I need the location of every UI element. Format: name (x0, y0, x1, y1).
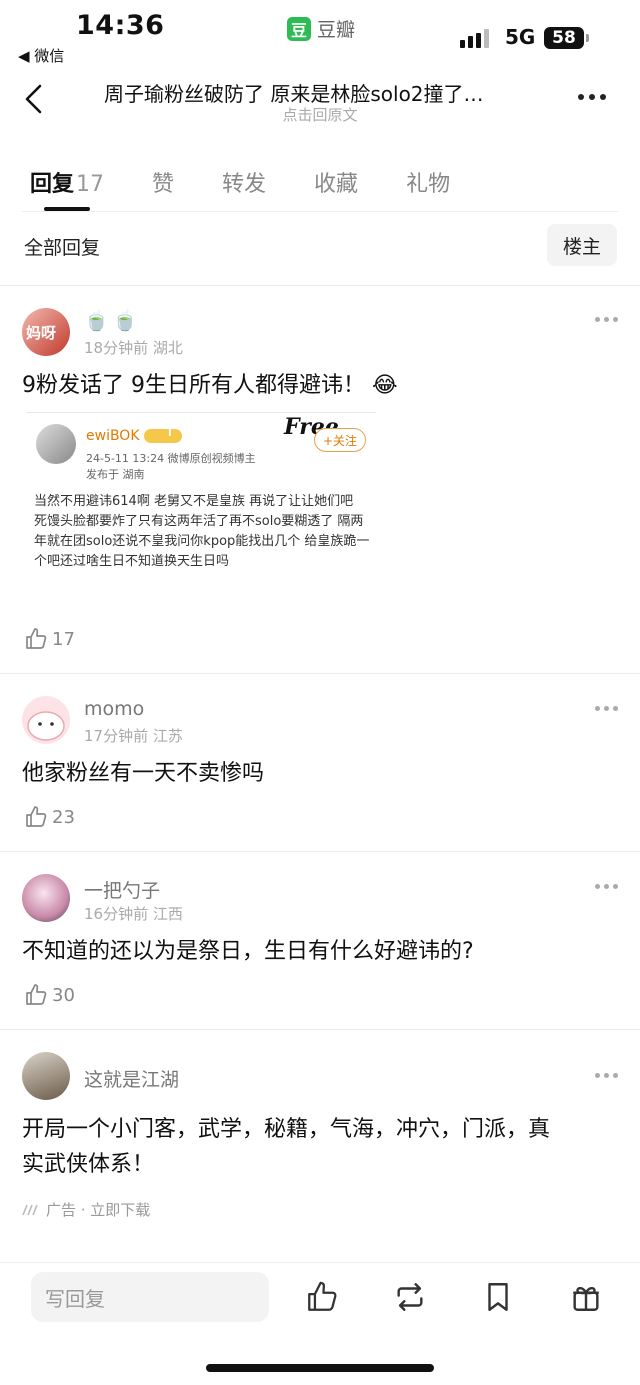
back-to-original-link[interactable]: 点击回原文 (0, 104, 640, 125)
username[interactable]: momo (84, 698, 144, 720)
home-indicator[interactable] (206, 1364, 434, 1372)
divider (0, 1029, 640, 1030)
vip-level: I (168, 428, 172, 439)
tab-reposts[interactable]: 转发 (222, 166, 266, 198)
tea-badge-icon: 🍵 (84, 308, 109, 332)
tea-badge-icon: 🍵 (112, 308, 138, 332)
comment-more-icon[interactable] (595, 884, 618, 889)
tab-replies[interactable]: 回复17 (30, 166, 104, 198)
divider (22, 211, 618, 212)
douban-logo-icon: 豆 (287, 16, 311, 41)
thumb-up-icon (26, 628, 47, 649)
comment-more-icon[interactable] (595, 706, 618, 711)
battery-icon: 58 (544, 27, 584, 49)
embed-username: ewiBOK (86, 428, 140, 444)
comment-meta: 18分钟前 湖北 (84, 339, 183, 357)
comment-meta: 17分钟前 江苏 (84, 727, 183, 745)
battery-tip (586, 34, 589, 42)
avatar[interactable]: 妈呀 (22, 308, 70, 356)
embed-date: 24-5-11 13:24 微博原创视频博主 (86, 452, 256, 465)
embed-text: 当然不用避讳614啊 老舅又不是皇族 再说了让让她们吧 死馒头脸都要炸了只有这两… (34, 494, 370, 569)
tab-likes[interactable]: 赞 (152, 166, 174, 198)
app-indicator: 豆 豆瓣 (287, 15, 355, 42)
thumb-up-icon (26, 984, 47, 1005)
tab-gifts[interactable]: 礼物 (406, 166, 450, 198)
embed-location: 发布于 湖南 (86, 468, 145, 481)
like-button[interactable]: 30 (24, 983, 75, 1007)
like-button[interactable]: 23 (24, 805, 75, 829)
divider (0, 285, 640, 286)
like-count: 23 (52, 806, 75, 828)
thumb-up-icon (26, 806, 47, 827)
comment-content: 不知道的还以为是祭日，生日有什么好避讳的? (22, 939, 474, 964)
back-to-wechat-link[interactable]: ◀ 微信 (18, 45, 64, 66)
comment-meta: 16分钟前 江西 (84, 905, 183, 923)
like-button[interactable]: 17 (24, 627, 75, 651)
app-name: 豆瓣 (317, 19, 356, 41)
avatar-text: 妈呀 (26, 324, 57, 342)
avatar-illustration (27, 711, 65, 741)
ad-label-text: 广告 · 立即下载 (46, 1201, 151, 1219)
avatar[interactable] (22, 696, 70, 744)
gift-icon[interactable] (569, 1280, 603, 1314)
comment-content: 他家粉丝有一天不卖惨吗 (22, 761, 265, 786)
divider (0, 673, 640, 674)
embed-vip-badge: I (144, 428, 182, 443)
page-title[interactable]: 周子瑜粉丝破防了 原来是林脸solo2撞了… (104, 78, 544, 107)
username[interactable]: 一把勺子 (84, 876, 160, 903)
reply-input[interactable]: 写回复 (31, 1272, 269, 1322)
more-icon[interactable] (578, 94, 606, 100)
avatar[interactable] (22, 1052, 70, 1100)
like-count: 17 (52, 628, 75, 650)
tab-favorites[interactable]: 收藏 (314, 166, 358, 198)
ad-more-icon[interactable] (595, 1073, 618, 1078)
embed-avatar (36, 424, 76, 464)
status-time: 14:36 (76, 10, 165, 41)
like-count: 30 (52, 984, 75, 1006)
repost-icon[interactable] (393, 1280, 427, 1314)
comment-more-icon[interactable] (595, 317, 618, 322)
avatar[interactable] (22, 874, 70, 922)
ad-content-line2[interactable]: 实武侠体系！ (22, 1147, 154, 1183)
divider (0, 851, 640, 852)
embed-follow-button: +关注 (314, 428, 366, 452)
ad-label[interactable]: 广告 · 立即下载 (22, 1199, 150, 1220)
ad-content-line1[interactable]: 开局一个小门客，武学，秘籍，气海，冲穴，门派，真 (22, 1112, 550, 1148)
ad-name[interactable]: 这就是江湖 (84, 1065, 179, 1092)
user-badges: 🍵 🍵 (84, 308, 138, 332)
section-title: 全部回复 (24, 237, 101, 259)
signal-icon (460, 29, 489, 48)
tab-bar: 回复17 赞 转发 收藏 礼物 (30, 166, 498, 198)
network-type: 5G (505, 25, 536, 49)
owner-only-button[interactable]: 楼主 (547, 224, 617, 266)
thumb-up-icon[interactable] (305, 1280, 339, 1314)
ad-marker-icon (22, 1204, 38, 1215)
comment-content: 9粉发话了 9生日所有人都得避讳！ 😂 (22, 373, 398, 398)
bookmark-icon[interactable] (481, 1280, 515, 1314)
